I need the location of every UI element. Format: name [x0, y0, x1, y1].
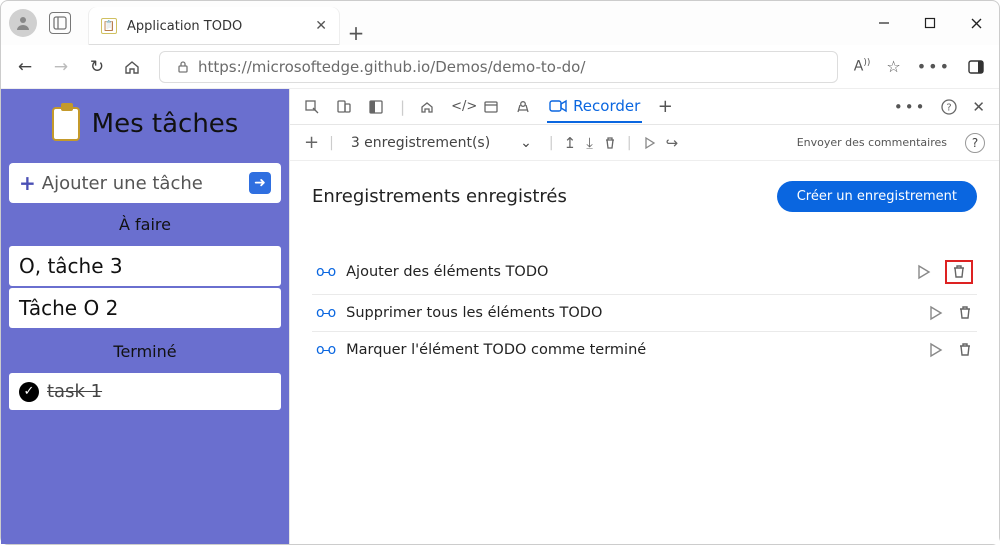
- recorder-toolbar: + | 3 enregistrement(s) ⌄ | ↥ ⤓ | ↪ Envo…: [290, 125, 999, 161]
- new-tab-button[interactable]: +: [339, 21, 373, 45]
- minimize-button[interactable]: [861, 1, 907, 45]
- flow-icon: o⎯o: [316, 305, 334, 321]
- app-title-text: Mes tâches: [92, 109, 239, 139]
- url-text: https://microsoftedge.github.io/Demos/de…: [198, 58, 585, 76]
- recorder-tab-label: Recorder: [573, 97, 640, 115]
- devtools-help-icon[interactable]: ?: [940, 98, 958, 116]
- address-bar[interactable]: https://microsoftedge.github.io/Demos/de…: [159, 51, 838, 83]
- app-title: Mes tâches: [9, 99, 281, 155]
- window-controls: [861, 1, 999, 45]
- recording-row[interactable]: o⎯o Ajouter des éléments TODO: [312, 250, 977, 295]
- new-recording-button[interactable]: +: [304, 132, 319, 153]
- todo-app: Mes tâches + Ajouter une tâche ➜ À faire…: [1, 89, 289, 544]
- elements-tab-icon[interactable]: </>: [451, 99, 469, 114]
- replay-icon[interactable]: [642, 136, 656, 150]
- task-item[interactable]: Tâche O 2: [9, 288, 281, 328]
- back-button[interactable]: ←: [15, 57, 35, 77]
- devtools-close-icon[interactable]: ✕: [972, 98, 985, 116]
- window-close-button[interactable]: [953, 1, 999, 45]
- plus-icon: +: [19, 171, 36, 195]
- chevron-down-icon: ⌄: [520, 135, 532, 151]
- play-recording-icon[interactable]: [915, 264, 931, 280]
- forward-button: →: [51, 57, 71, 77]
- browser-window: 📋 Application TODO ✕ + ← → ↻ https://mic…: [0, 0, 1000, 545]
- site-info-icon[interactable]: [176, 60, 190, 74]
- console-tab-icon[interactable]: [483, 99, 501, 115]
- delete-recording-icon[interactable]: [957, 342, 973, 358]
- recording-row[interactable]: o⎯o Marquer l'élément TODO comme terminé: [312, 332, 977, 368]
- step-icon[interactable]: ↪: [666, 134, 679, 152]
- delete-icon[interactable]: [603, 136, 617, 150]
- welcome-tab-icon[interactable]: [419, 99, 437, 115]
- add-task-input[interactable]: + Ajouter une tâche ➜: [9, 163, 281, 203]
- import-icon[interactable]: ⤓: [586, 134, 593, 152]
- section-todo-header: À faire: [9, 211, 281, 238]
- devtools-more-icon[interactable]: •••: [894, 98, 927, 116]
- inspect-icon[interactable]: [304, 99, 322, 115]
- device-icon[interactable]: [336, 99, 354, 115]
- devtools-tab-bar: | </> Recorder + ••• ? ✕: [290, 89, 999, 125]
- devtools-panel: | </> Recorder + ••• ? ✕ + |: [289, 89, 999, 544]
- task-item-done[interactable]: ✓ task 1: [9, 373, 281, 410]
- recorder-body: Enregistrements enregistrés Créer un enr…: [290, 161, 999, 544]
- favorite-icon[interactable]: ☆: [886, 57, 900, 76]
- recording-name: Ajouter des éléments TODO: [346, 264, 548, 280]
- tab-close-icon[interactable]: ✕: [315, 18, 327, 34]
- check-icon: ✓: [19, 382, 39, 402]
- tab-strip: 📋 Application TODO ✕ +: [79, 1, 861, 45]
- task-label: task 1: [47, 381, 102, 402]
- recordings-dropdown[interactable]: 3 enregistrement(s) ⌄: [344, 132, 539, 154]
- recordings-count: 3 enregistrement(s): [351, 135, 490, 151]
- recording-name: Marquer l'élément TODO comme terminé: [346, 342, 646, 358]
- toolbar: ← → ↻ https://microsoftedge.github.io/De…: [1, 45, 999, 89]
- toolbar-help-icon[interactable]: ?: [965, 133, 985, 153]
- read-aloud-icon[interactable]: A)): [854, 58, 871, 75]
- flow-icon: o⎯o: [316, 264, 334, 280]
- recording-name: Supprimer tous les éléments TODO: [346, 305, 602, 321]
- recordings-headline: Enregistrements enregistrés: [312, 186, 567, 207]
- sidebar-toggle-icon[interactable]: [967, 58, 985, 76]
- more-tabs-button[interactable]: +: [656, 96, 674, 117]
- export-icon[interactable]: ↥: [564, 134, 577, 152]
- delete-recording-icon[interactable]: [957, 305, 973, 321]
- clipboard-favicon-icon: 📋: [101, 18, 117, 34]
- maximize-button[interactable]: [907, 1, 953, 45]
- add-task-placeholder: Ajouter une tâche: [42, 173, 203, 194]
- play-recording-icon[interactable]: [927, 342, 943, 358]
- tab-title: Application TODO: [127, 19, 242, 34]
- recording-row[interactable]: o⎯o Supprimer tous les éléments TODO: [312, 295, 977, 332]
- recorder-tab[interactable]: Recorder: [547, 91, 642, 123]
- clipboard-icon: [52, 107, 80, 141]
- play-recording-icon[interactable]: [927, 305, 943, 321]
- dock-icon[interactable]: [368, 99, 386, 115]
- sources-tab-icon[interactable]: [515, 99, 533, 115]
- more-icon[interactable]: •••: [917, 57, 951, 76]
- svg-text:?: ?: [947, 102, 952, 113]
- workspaces-icon[interactable]: [49, 12, 71, 34]
- active-tab[interactable]: 📋 Application TODO ✕: [89, 7, 339, 45]
- flow-icon: o⎯o: [316, 342, 334, 358]
- home-button[interactable]: [123, 58, 143, 76]
- submit-task-button[interactable]: ➜: [249, 172, 271, 194]
- feedback-link[interactable]: Envoyer des commentaires: [797, 136, 947, 149]
- create-recording-button[interactable]: Créer un enregistrement: [777, 181, 977, 212]
- recordings-list: o⎯o Ajouter des éléments TODO o⎯o Supprimer…: [312, 250, 977, 368]
- task-item[interactable]: O, tâche 3: [9, 246, 281, 286]
- refresh-button[interactable]: ↻: [87, 57, 107, 77]
- section-done-header: Terminé: [9, 338, 281, 365]
- title-bar: 📋 Application TODO ✕ +: [1, 1, 999, 45]
- delete-recording-icon[interactable]: [945, 260, 973, 284]
- profile-icon[interactable]: [9, 9, 37, 37]
